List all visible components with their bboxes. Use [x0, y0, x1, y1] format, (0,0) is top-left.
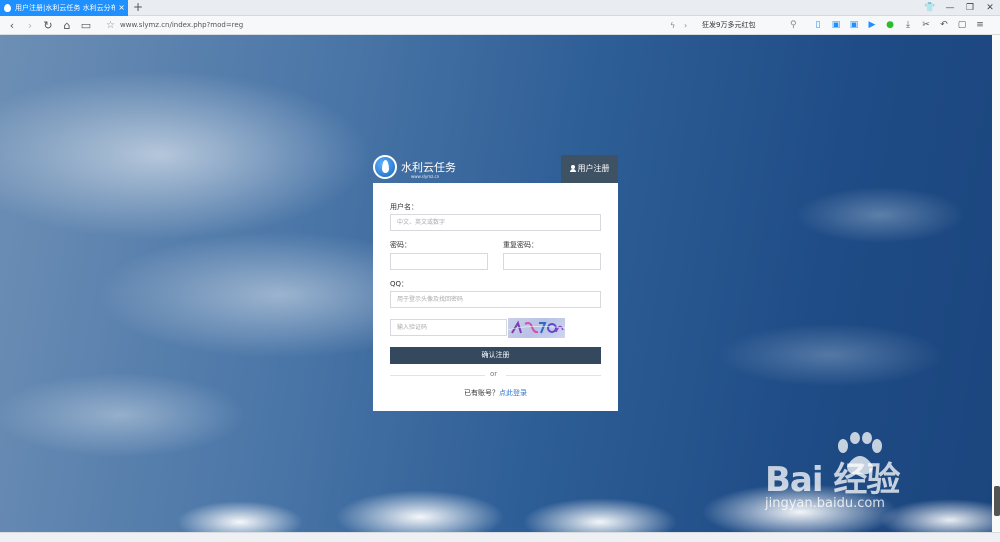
- window-controls: 👕 — ❐ ✕: [920, 0, 1000, 16]
- forward-arrow-icon[interactable]: ›: [22, 16, 38, 35]
- reload-icon[interactable]: ↻: [40, 16, 56, 35]
- register-tab-label: 用户注册: [577, 164, 610, 173]
- drop-shape: [382, 160, 389, 173]
- divider-left: [390, 375, 485, 376]
- water-drop-icon: [4, 4, 11, 12]
- password-label: 密码：: [390, 241, 411, 249]
- minimize-icon[interactable]: —: [940, 0, 960, 16]
- phone-icon[interactable]: ▯: [812, 19, 824, 31]
- water-drop-logo-icon: [373, 155, 397, 179]
- divider-right: [506, 375, 601, 376]
- chevron-right-icon[interactable]: ›: [684, 16, 687, 35]
- captcha-image[interactable]: [508, 318, 565, 338]
- back-arrow-icon[interactable]: ‹: [4, 16, 20, 35]
- scissors-icon[interactable]: ✂: [920, 19, 932, 31]
- close-tab-icon[interactable]: ×: [118, 0, 125, 16]
- browser-tab-bar: 用户注册|水利云任务 水利云分布式计 × + 👕 — ❐ ✕: [0, 0, 1000, 16]
- promo-link[interactable]: 狂发9万多元红包: [702, 16, 755, 35]
- captcha-input[interactable]: [390, 319, 507, 336]
- brand-name: 水利云任务: [401, 161, 456, 174]
- search-icon[interactable]: ⚲: [790, 16, 797, 35]
- browser-tab-active[interactable]: 用户注册|水利云任务 水利云分布式计 ×: [0, 0, 128, 16]
- login-prompt-text: 已有账号？: [464, 389, 499, 397]
- paw-icon: [838, 432, 882, 475]
- screenshot-icon[interactable]: ▣: [848, 19, 860, 31]
- repeat-password-label: 重复密码：: [503, 241, 538, 249]
- play-icon[interactable]: ▶: [866, 19, 878, 31]
- user-icon: [569, 165, 576, 172]
- username-input[interactable]: [390, 214, 601, 231]
- status-bar: [0, 532, 1000, 542]
- brand-subtitle: www.slymz.cn: [411, 174, 440, 179]
- baidu-jingyan-watermark: Bai 经验 jingyan.baidu.com: [765, 432, 955, 522]
- wechat-icon[interactable]: ●: [884, 19, 896, 31]
- qq-input[interactable]: [390, 291, 601, 308]
- bookmark-star-icon[interactable]: ☆: [106, 16, 115, 35]
- register-card: 用户名： 密码： 重复密码： QQ： 确认注册 or 已有账号？点此登录: [373, 183, 618, 411]
- home-icon[interactable]: ⌂: [59, 16, 75, 35]
- bag-icon[interactable]: ▢: [956, 19, 968, 31]
- scrollbar-thumb[interactable]: [994, 486, 1000, 516]
- login-prompt: 已有账号？点此登录: [373, 388, 618, 398]
- confirm-register-button[interactable]: 确认注册: [390, 347, 601, 364]
- lightning-icon[interactable]: ϟ: [670, 16, 675, 35]
- or-divider-text: or: [490, 370, 498, 378]
- captcha-glyphs: [508, 320, 565, 334]
- new-tab-button[interactable]: +: [133, 0, 143, 15]
- login-link[interactable]: 点此登录: [499, 389, 527, 397]
- password-input[interactable]: [390, 253, 488, 270]
- username-label: 用户名：: [390, 203, 418, 211]
- download-icon[interactable]: ⤓: [902, 19, 914, 31]
- repeat-password-input[interactable]: [503, 253, 601, 270]
- address-bar[interactable]: www.slymz.cn/index.php?mod=reg: [120, 16, 243, 35]
- menu-icon[interactable]: ≡: [974, 19, 986, 31]
- scrollbar[interactable]: [992, 35, 1000, 532]
- tab-title: 用户注册|水利云任务 水利云分布式计: [15, 4, 115, 12]
- restore-icon[interactable]: ❐: [960, 0, 980, 16]
- watermark-url: jingyan.baidu.com: [765, 496, 885, 511]
- browser-nav-bar: ‹ › ↻ ⌂ ▭ ☆ www.slymz.cn/index.php?mod=r…: [0, 16, 1000, 35]
- extension-bar: ▯ ▣ ▣ ▶ ● ⤓ ✂ ↶ ▢ ≡: [812, 19, 986, 32]
- register-tab[interactable]: 用户注册: [561, 155, 618, 183]
- reader-icon[interactable]: ▭: [78, 16, 94, 35]
- skin-icon[interactable]: 👕: [920, 0, 940, 16]
- translate-icon[interactable]: ▣: [830, 19, 842, 31]
- close-window-icon[interactable]: ✕: [980, 0, 1000, 16]
- qq-label: QQ：: [390, 280, 409, 288]
- undo-icon[interactable]: ↶: [938, 19, 950, 31]
